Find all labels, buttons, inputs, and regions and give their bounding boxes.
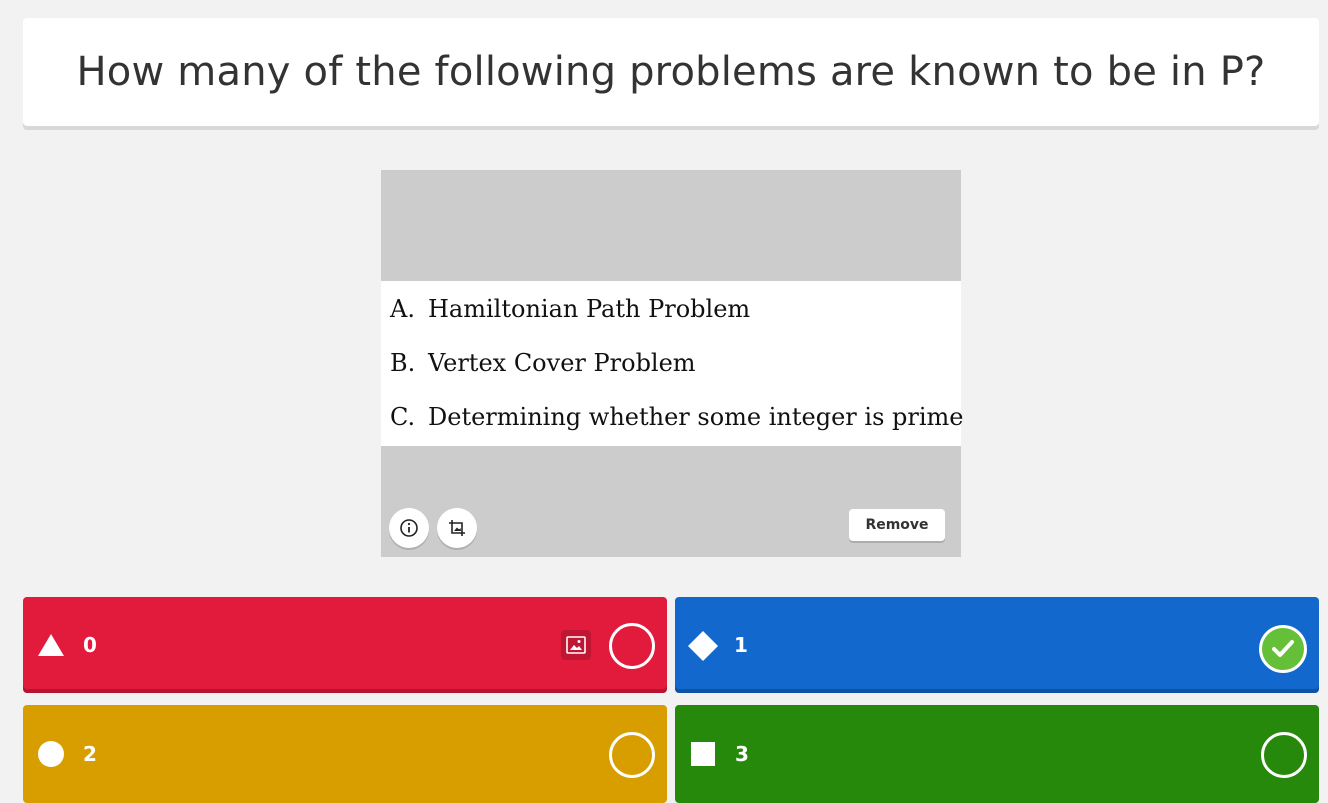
image-icon [566, 636, 586, 654]
media-panel: A. Hamiltonian Path Problem B. Vertex Cove… [381, 170, 964, 557]
mark-correct-toggle[interactable] [1261, 732, 1307, 778]
checkmark-icon [1272, 640, 1294, 657]
remove-image-button[interactable]: Remove [849, 509, 945, 541]
answer-tile-2[interactable]: 2 [23, 705, 667, 803]
image-line-text: Determining whether some integer is prim… [428, 403, 964, 431]
mark-correct-toggle[interactable] [609, 623, 655, 669]
image-line-a: A. Hamiltonian Path Problem [390, 295, 750, 323]
question-text[interactable]: How many of the following problems are k… [77, 49, 1266, 95]
answer-text[interactable]: 2 [83, 742, 97, 766]
image-line-b: B. Vertex Cover Problem [390, 349, 696, 377]
image-line-c: C. Determining whether some integer is pr… [390, 403, 964, 431]
answer-text[interactable]: 3 [735, 742, 749, 766]
question-image: A. Hamiltonian Path Problem B. Vertex Cove… [381, 281, 964, 446]
answer-text[interactable]: 1 [734, 633, 748, 657]
diamond-icon [688, 631, 718, 661]
circle-icon [38, 741, 64, 767]
correct-check-toggle[interactable] [1259, 625, 1307, 673]
image-info-button[interactable] [389, 508, 429, 548]
image-line-letter: C. [390, 403, 416, 431]
mark-correct-toggle[interactable] [609, 732, 655, 778]
triangle-icon [38, 634, 64, 656]
question-box[interactable]: How many of the following problems are k… [23, 18, 1319, 126]
image-crop-button[interactable] [437, 508, 477, 548]
image-line-letter: B. [390, 349, 416, 377]
crop-icon [449, 520, 465, 536]
answer-tile-0[interactable]: 0 [23, 597, 667, 693]
square-icon [691, 742, 715, 766]
image-line-letter: A. [390, 295, 415, 323]
answer-text[interactable]: 0 [83, 633, 97, 657]
answer-tile-1[interactable]: 1 [675, 597, 1319, 693]
info-icon [400, 519, 418, 537]
add-answer-image-button[interactable] [561, 630, 591, 660]
image-line-text: Vertex Cover Problem [428, 349, 696, 377]
answer-tile-3[interactable]: 3 [675, 705, 1319, 803]
image-line-text: Hamiltonian Path Problem [428, 295, 751, 323]
